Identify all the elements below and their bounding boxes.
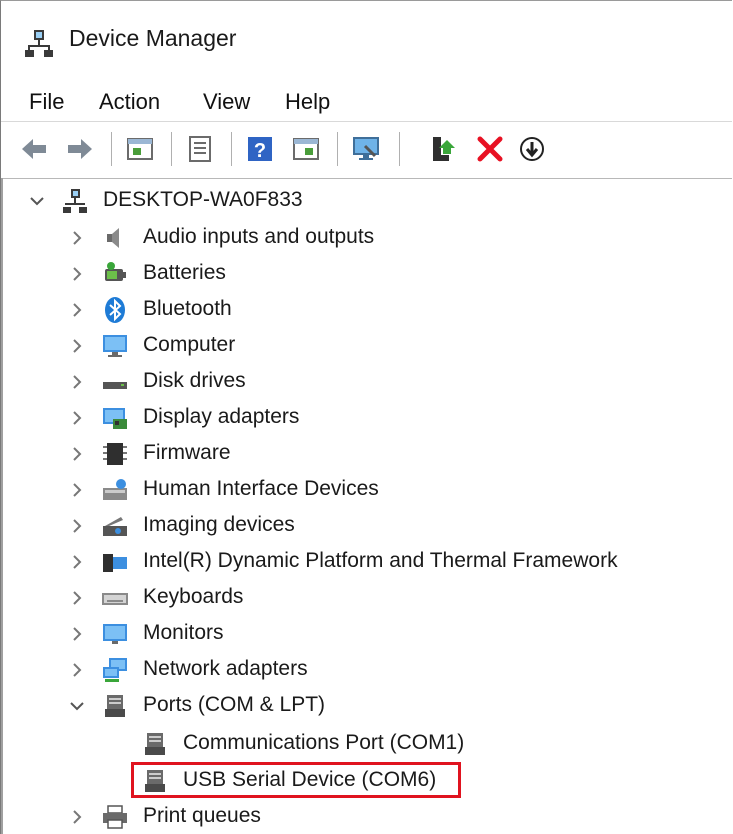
forward-icon[interactable]: [65, 134, 95, 164]
tree-item-hid[interactable]: Human Interface Devices: [3, 473, 723, 507]
port-connector-icon: [145, 733, 165, 755]
port-connector-icon: [105, 695, 125, 717]
firmware-chip-icon: [103, 443, 127, 465]
chevron-right-icon[interactable]: [67, 515, 87, 537]
computer-icon: [103, 335, 127, 357]
display-adapter-icon: [103, 408, 127, 429]
category-label: Monitors: [143, 621, 224, 644]
chevron-right-icon[interactable]: [67, 335, 87, 357]
tree-item-firmware[interactable]: Firmware: [3, 437, 723, 471]
properties-icon[interactable]: [125, 134, 155, 164]
tree-item-batteries[interactable]: Batteries: [3, 257, 723, 291]
menu-action[interactable]: Action: [93, 85, 166, 119]
tree-item-bluetooth[interactable]: Bluetooth: [3, 293, 723, 327]
tree-item-com1[interactable]: Communications Port (COM1): [3, 727, 723, 761]
category-label: Display adapters: [143, 405, 300, 428]
chevron-right-icon[interactable]: [67, 806, 87, 828]
chevron-right-icon[interactable]: [67, 587, 87, 609]
category-label: Keyboards: [143, 585, 244, 608]
tree-item-imaging[interactable]: Imaging devices: [3, 509, 723, 543]
svg-text:?: ?: [254, 140, 266, 162]
tree-item-monitors[interactable]: Monitors: [3, 617, 723, 651]
category-label: Ports (COM & LPT): [143, 693, 326, 716]
category-label: Print queues: [143, 804, 261, 827]
tree-item-keyboards[interactable]: Keyboards: [3, 581, 723, 615]
category-label: Computer: [143, 333, 236, 356]
chevron-right-icon[interactable]: [67, 299, 87, 321]
chevron-down-icon[interactable]: [67, 695, 87, 717]
camera-icon: [103, 517, 127, 536]
update-driver-icon[interactable]: [429, 134, 459, 164]
toolbar: ?: [1, 121, 732, 179]
tree-item-usb-serial-com6[interactable]: USB Serial Device (COM6): [3, 762, 723, 798]
category-label: Intel(R) Dynamic Platform and Thermal Fr…: [143, 549, 618, 572]
menu-help[interactable]: Help: [279, 85, 336, 119]
thermal-framework-icon: [103, 554, 127, 572]
category-label: Audio inputs and outputs: [143, 225, 375, 248]
show-hide-icon[interactable]: [185, 134, 215, 164]
disk-drive-icon: [103, 382, 127, 389]
bluetooth-icon: [105, 297, 125, 323]
device-label: Communications Port (COM1): [183, 731, 465, 754]
root-label: DESKTOP-WA0F833: [103, 188, 303, 211]
printer-icon: [103, 805, 127, 829]
uninstall-icon[interactable]: [475, 134, 505, 164]
chevron-right-icon[interactable]: [67, 551, 87, 573]
device-label: USB Serial Device (COM6): [183, 768, 437, 791]
menu-bar: File Action View Help: [1, 83, 732, 121]
help-icon[interactable]: ?: [245, 134, 275, 164]
toolbar-separator: [171, 132, 172, 166]
category-label: Human Interface Devices: [143, 477, 379, 500]
chevron-right-icon[interactable]: [67, 443, 87, 465]
menu-view[interactable]: View: [197, 85, 256, 119]
chevron-right-icon[interactable]: [67, 227, 87, 249]
chevron-right-icon[interactable]: [67, 659, 87, 681]
chevron-right-icon[interactable]: [67, 479, 87, 501]
disable-device-icon[interactable]: [517, 134, 547, 164]
tree-item-intel-dptf[interactable]: Intel(R) Dynamic Platform and Thermal Fr…: [3, 545, 723, 579]
category-label: Imaging devices: [143, 513, 295, 536]
tree-item-disk-drives[interactable]: Disk drives: [3, 365, 723, 399]
category-label: Network adapters: [143, 657, 308, 680]
chevron-right-icon[interactable]: [67, 371, 87, 393]
device-tree: DESKTOP-WA0F833 Audio inputs and outputs…: [1, 178, 733, 834]
tree-item-print-queues[interactable]: Print queues: [3, 800, 723, 834]
toolbar-separator: [111, 132, 112, 166]
battery-icon: [105, 262, 126, 281]
category-label: Batteries: [143, 261, 226, 284]
toolbar-separator: [399, 132, 400, 166]
category-label: Bluetooth: [143, 297, 232, 320]
tree-root[interactable]: DESKTOP-WA0F833: [3, 184, 723, 218]
network-adapter-icon: [103, 658, 127, 682]
port-connector-icon: [145, 770, 165, 792]
computer-network-icon: [63, 189, 87, 213]
tree-item-audio[interactable]: Audio inputs and outputs: [3, 221, 723, 255]
toolbar-separator: [231, 132, 232, 166]
hid-icon: [103, 479, 127, 500]
tree-item-network-adapters[interactable]: Network adapters: [3, 653, 723, 687]
menu-file[interactable]: File: [23, 85, 70, 119]
chevron-right-icon[interactable]: [67, 407, 87, 429]
window-title: Device Manager: [69, 25, 237, 51]
view-icon[interactable]: [291, 134, 321, 164]
back-icon[interactable]: [19, 134, 49, 164]
keyboard-icon: [102, 593, 128, 605]
chevron-right-icon[interactable]: [67, 263, 87, 285]
speaker-icon: [107, 228, 119, 248]
monitor-icon: [103, 624, 127, 644]
device-manager-icon: [25, 30, 53, 57]
category-label: Firmware: [143, 441, 231, 464]
scan-hardware-icon[interactable]: [351, 134, 381, 164]
tree-item-ports[interactable]: Ports (COM & LPT): [3, 689, 723, 723]
title-bar: Device Manager: [1, 1, 732, 83]
tree-item-computer[interactable]: Computer: [3, 329, 723, 363]
chevron-down-icon[interactable]: [27, 190, 47, 212]
chevron-right-icon[interactable]: [67, 623, 87, 645]
category-label: Disk drives: [143, 369, 246, 392]
tree-item-display-adapters[interactable]: Display adapters: [3, 401, 723, 435]
toolbar-separator: [337, 132, 338, 166]
device-manager-window: Device Manager File Action View Help ? D…: [0, 0, 732, 834]
